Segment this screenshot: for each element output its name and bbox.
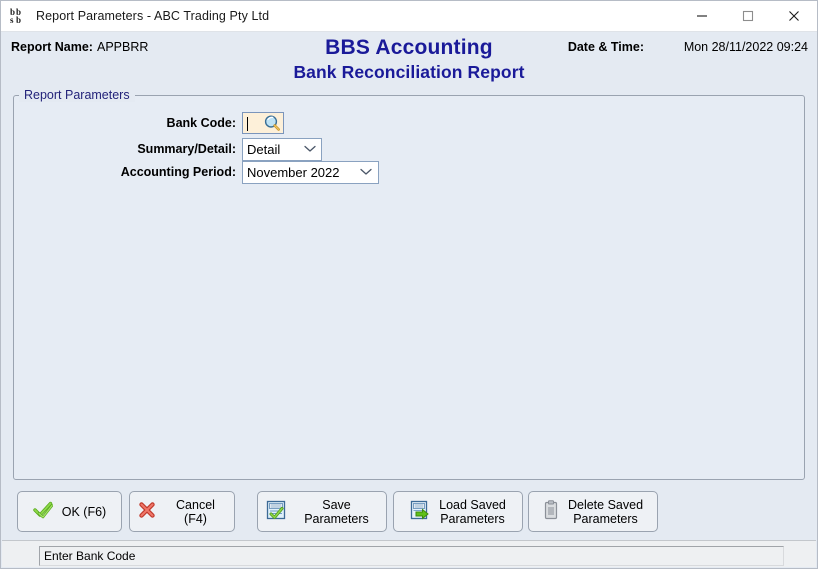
text-caret [247, 117, 248, 131]
load-saved-parameters-button-label: Load Saved Parameters [439, 497, 506, 526]
window-title: Report Parameters - ABC Trading Pty Ltd [36, 9, 270, 23]
save-form-icon [266, 500, 286, 523]
bank-code-label: Bank Code: [166, 116, 236, 130]
ok-button[interactable]: OK (F6) [17, 491, 122, 532]
summary-detail-select[interactable]: DetailSummary [242, 138, 322, 161]
summary-detail-label: Summary/Detail: [137, 142, 236, 156]
accounting-period-label-row: Accounting Period: [111, 165, 236, 179]
cancel-button-label: Cancel (F4) [176, 497, 215, 526]
application-window: b b s b Report Parameters - ABC Trading … [0, 0, 818, 569]
svg-text:s: s [10, 15, 14, 25]
report-parameters-legend: Report Parameters [19, 88, 135, 102]
datetime-label: Date & Time: [567, 40, 644, 54]
minimize-icon[interactable] [679, 1, 725, 31]
maximize-icon[interactable] [725, 1, 771, 31]
window-titlebar: b b s b Report Parameters - ABC Trading … [1, 1, 817, 32]
status-message: Enter Bank Code [39, 546, 784, 566]
bank-code-field[interactable] [242, 112, 284, 134]
window-controls [679, 1, 817, 31]
save-parameters-button-label: Save Parameters [304, 497, 369, 526]
save-parameters-button[interactable]: Save Parameters [257, 491, 387, 532]
status-bar: Enter Bank Code [2, 540, 816, 567]
brand-subtitle: Bank Reconciliation Report [293, 62, 525, 82]
magnifier-icon[interactable] [263, 114, 282, 133]
summary-detail-label-row: Summary/Detail: [121, 142, 236, 156]
cancel-button[interactable]: Cancel (F4) [129, 491, 235, 532]
load-saved-parameters-button[interactable]: Load Saved Parameters [393, 491, 523, 532]
red-x-icon [138, 501, 156, 522]
delete-saved-parameters-button-label: Delete Saved Parameters [567, 497, 644, 526]
accounting-period-select[interactable]: November 2022 [242, 161, 379, 184]
clipboard-icon [543, 500, 559, 523]
datetime-value: Mon 28/11/2022 09:24 [683, 40, 808, 54]
ok-button-label: OK (F6) [61, 504, 107, 519]
bank-code-label-row: Bank Code: [121, 116, 236, 130]
bbs-app-icon: b b s b [9, 6, 29, 26]
load-form-icon [410, 500, 430, 523]
svg-text:b: b [16, 15, 21, 25]
green-check-icon [33, 501, 54, 522]
delete-saved-parameters-button[interactable]: Delete Saved Parameters [528, 491, 658, 532]
report-header: Report Name: APPBRR BBS Accounting Bank … [2, 32, 816, 89]
close-icon[interactable] [771, 1, 817, 31]
accounting-period-label: Accounting Period: [120, 165, 236, 179]
